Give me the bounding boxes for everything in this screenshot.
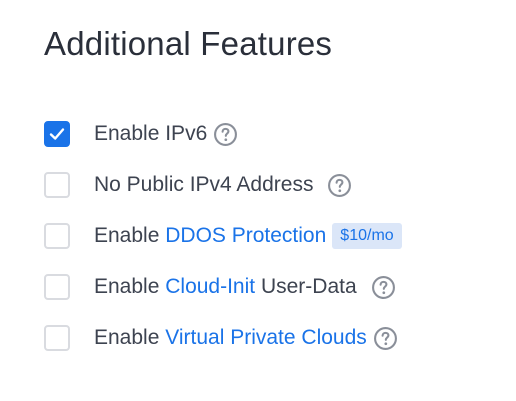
no-public-ipv4-checkbox[interactable] bbox=[44, 172, 70, 198]
section-title: Additional Features bbox=[44, 25, 333, 62]
feature-row-no-public-ipv4: No Public IPv4 Address bbox=[44, 170, 352, 200]
cloud-init-label-prefix: Enable bbox=[94, 275, 166, 298]
ddos-checkbox[interactable] bbox=[44, 223, 70, 249]
feature-row-cloud-init: Enable Cloud-Init User-Data bbox=[44, 272, 396, 302]
cloud-init-label-suffix: User-Data bbox=[255, 275, 357, 298]
virtual-private-clouds-link[interactable]: Virtual Private Clouds bbox=[165, 326, 367, 350]
ipv6-help-icon[interactable] bbox=[213, 122, 238, 147]
ddos-protection-link[interactable]: DDOS Protection bbox=[165, 224, 326, 248]
checkmark-icon bbox=[49, 128, 65, 140]
feature-row-ipv6: Enable IPv6 bbox=[44, 119, 238, 149]
feature-row-vpc: Enable Virtual Private Clouds bbox=[44, 323, 398, 353]
cloud-init-link[interactable]: Cloud-Init bbox=[165, 275, 255, 299]
ddos-price-badge: $10/mo bbox=[332, 223, 402, 249]
vpc-checkbox[interactable] bbox=[44, 325, 70, 351]
vpc-label-prefix: Enable bbox=[94, 326, 166, 349]
vpc-help-icon[interactable] bbox=[373, 326, 398, 351]
cloud-init-checkbox[interactable] bbox=[44, 274, 70, 300]
no-public-ipv4-label: No Public IPv4 Address bbox=[94, 173, 314, 196]
feature-row-ddos: Enable DDOS Protection $10/mo bbox=[44, 221, 402, 251]
ddos-label-prefix: Enable bbox=[94, 224, 166, 247]
cloud-init-help-icon[interactable] bbox=[371, 275, 396, 300]
ipv6-checkbox[interactable] bbox=[44, 121, 70, 147]
no-public-ipv4-help-icon[interactable] bbox=[327, 173, 352, 198]
additional-features-panel: Additional Features Enable IPv6 No Publi… bbox=[0, 0, 516, 401]
ipv6-label: Enable IPv6 bbox=[94, 122, 208, 145]
